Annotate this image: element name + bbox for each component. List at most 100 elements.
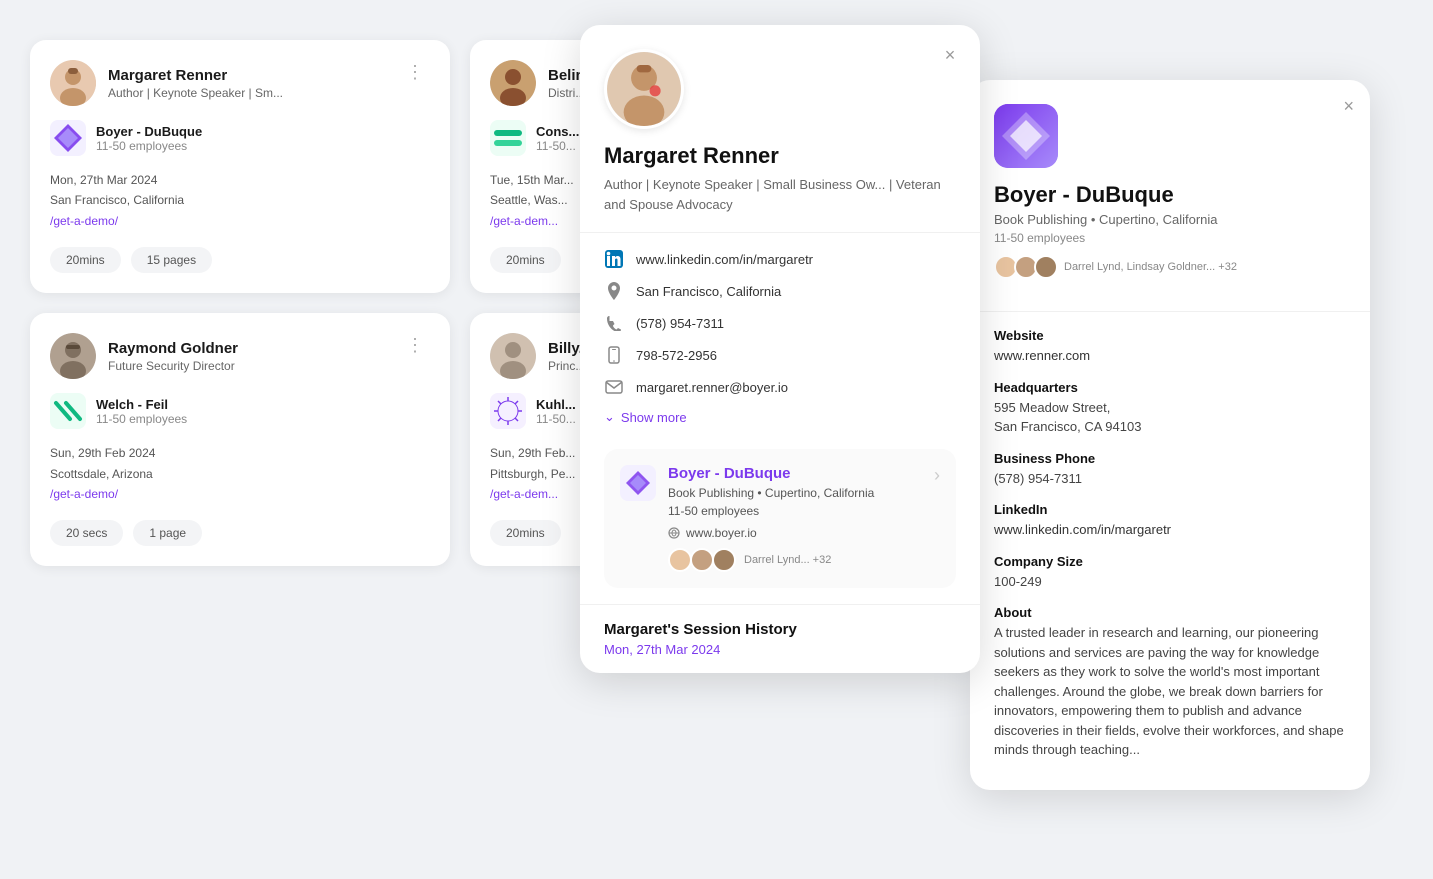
company-logo — [490, 120, 526, 156]
company-panel-subtitle: Book Publishing • Cupertino, California — [994, 212, 1346, 227]
card-link[interactable]: /get-a-dem... — [490, 214, 558, 228]
card-menu-button[interactable]: ⋮ — [400, 60, 430, 85]
contact-linkedin: www.linkedin.com/in/margaretr — [604, 249, 956, 269]
location-text: San Francisco, California — [636, 284, 781, 299]
headquarters-label: Headquarters — [994, 380, 1346, 395]
linkedin-value: www.linkedin.com/in/margaretr — [994, 520, 1346, 540]
session-title: Margaret's Session History — [604, 621, 956, 638]
company-size-value: 100-249 — [994, 572, 1346, 592]
company-panel-size: 11-50 employees — [994, 231, 1346, 245]
company-size: 11-50... — [536, 139, 579, 153]
company-card-detail: Book Publishing • Cupertino, California — [668, 486, 874, 500]
card-location: San Francisco, California — [50, 190, 430, 210]
contact-location: San Francisco, California — [604, 281, 956, 301]
panel-contacts: www.linkedin.com/in/margaretr San Franci… — [580, 233, 980, 449]
session-section: Margaret's Session History Mon, 27th Mar… — [580, 604, 980, 673]
card-link[interactable]: /get-a-demo/ — [50, 487, 118, 501]
cp-mini-avatar-3 — [1034, 255, 1058, 279]
company-details: Website www.renner.com Headquarters 595 … — [970, 312, 1370, 790]
business-phone-value: (578) 954-7311 — [994, 469, 1346, 489]
person-title: Future Security Director — [108, 359, 238, 373]
company-row: Boyer - DuBuque 11-50 employees — [50, 120, 430, 156]
card-location: Scottsdale, Arizona — [50, 464, 430, 484]
card-meta: Mon, 27th Mar 2024 San Francisco, Califo… — [50, 170, 430, 231]
mini-avatar-2 — [690, 548, 714, 572]
phone1-text: (578) 954-7311 — [636, 316, 724, 331]
show-more-button[interactable]: ⌄ Show more — [604, 409, 687, 425]
card-margaret-renner[interactable]: Margaret Renner Author | Keynote Speaker… — [30, 40, 450, 293]
avatar — [50, 333, 96, 379]
company-size: 11-50 employees — [96, 139, 202, 153]
company-panel-name: Boyer - DuBuque — [994, 182, 1346, 208]
phone-icon — [604, 313, 624, 333]
avatar — [490, 60, 536, 106]
linkedin-section: LinkedIn www.linkedin.com/in/margaretr — [994, 502, 1346, 540]
company-size-label: Company Size — [994, 554, 1346, 569]
company-size: 11-50 employees — [96, 412, 187, 426]
duration-badge: 20mins — [490, 247, 561, 273]
duration-badge: 20 secs — [50, 520, 123, 546]
company-logo — [50, 120, 86, 156]
card-header: Margaret Renner Author | Keynote Speaker… — [50, 60, 430, 106]
company-logo — [50, 393, 86, 429]
panel-company-card[interactable]: Boyer - DuBuque Book Publishing • Cupert… — [604, 449, 956, 588]
avatar — [490, 333, 536, 379]
about-value: A trusted leader in research and learnin… — [994, 623, 1346, 760]
avatars-row: Darrel Lynd... +32 — [668, 548, 874, 572]
company-website: www.boyer.io — [668, 526, 874, 540]
contact-phone2: 798-572-2956 — [604, 345, 956, 365]
company-logo — [490, 393, 526, 429]
company-close-button[interactable]: × — [1343, 96, 1354, 117]
panel-subtitle: Author | Keynote Speaker | Small Busines… — [604, 175, 956, 214]
business-phone-label: Business Phone — [994, 451, 1346, 466]
person-info: Raymond Goldner Future Security Director — [108, 340, 238, 373]
card-date: Sun, 29th Feb 2024 — [50, 443, 430, 463]
mini-avatar-3 — [712, 548, 736, 572]
about-label: About — [994, 605, 1346, 620]
person-name: Margaret Renner — [108, 67, 283, 84]
linkedin-url: www.linkedin.com/in/margaretr — [636, 252, 813, 267]
show-more-label: Show more — [621, 410, 687, 425]
card-person: Billy... Princ... — [490, 333, 591, 379]
headquarters-value: 595 Meadow Street,San Francisco, CA 9410… — [994, 398, 1346, 437]
company-name: Kuhl... — [536, 397, 576, 412]
panel-name: Margaret Renner — [604, 143, 956, 169]
person-title: Author | Keynote Speaker | Sm... — [108, 86, 283, 100]
company-size: 11-50... — [536, 412, 576, 426]
card-link[interactable]: /get-a-dem... — [490, 487, 558, 501]
company-name: Boyer - DuBuque — [96, 124, 202, 139]
avatar — [50, 60, 96, 106]
pages-badge: 1 page — [133, 520, 202, 546]
website-text: www.boyer.io — [686, 526, 757, 540]
cp-contacts-label: Darrel Lynd, Lindsay Goldner... +32 — [1064, 261, 1237, 273]
close-button[interactable]: × — [936, 41, 964, 69]
phone2-text: 798-572-2956 — [636, 348, 717, 363]
card-link[interactable]: /get-a-demo/ — [50, 214, 118, 228]
duration-badge: 20mins — [50, 247, 121, 273]
card-menu-button[interactable]: ⋮ — [400, 333, 430, 358]
card-header: Raymond Goldner Future Security Director… — [50, 333, 430, 379]
email-icon — [604, 377, 624, 397]
website-value: www.renner.com — [994, 346, 1346, 366]
location-icon — [604, 281, 624, 301]
card-person: Margaret Renner Author | Keynote Speaker… — [50, 60, 283, 106]
company-card-size: 11-50 employees — [668, 504, 874, 518]
card-footer: 20 secs 1 page — [50, 520, 430, 546]
company-name: Cons... — [536, 124, 579, 139]
contact-email: margaret.renner@boyer.io — [604, 377, 956, 397]
linkedin-icon — [604, 249, 624, 269]
company-panel-avatars: Darrel Lynd, Lindsay Goldner... +32 — [994, 255, 1346, 279]
about-section: About A trusted leader in research and l… — [994, 605, 1346, 760]
company-info: Kuhl... 11-50... — [536, 397, 576, 426]
card-raymond-goldner[interactable]: Raymond Goldner Future Security Director… — [30, 313, 450, 566]
company-detail-panel: × Boyer - DuBuque Book Publishing • Cupe… — [970, 80, 1370, 790]
headquarters-section: Headquarters 595 Meadow Street,San Franc… — [994, 380, 1346, 437]
company-card-arrow: › — [934, 465, 940, 486]
company-panel-logo — [994, 104, 1058, 168]
panel-header: × Margaret Renner Author | Keynote Speak… — [580, 25, 980, 214]
company-card-logo — [620, 465, 656, 501]
company-row: Welch - Feil 11-50 employees — [50, 393, 430, 429]
session-date: Mon, 27th Mar 2024 — [604, 642, 956, 657]
mobile-icon — [604, 345, 624, 365]
card-meta: Sun, 29th Feb 2024 Scottsdale, Arizona /… — [50, 443, 430, 504]
